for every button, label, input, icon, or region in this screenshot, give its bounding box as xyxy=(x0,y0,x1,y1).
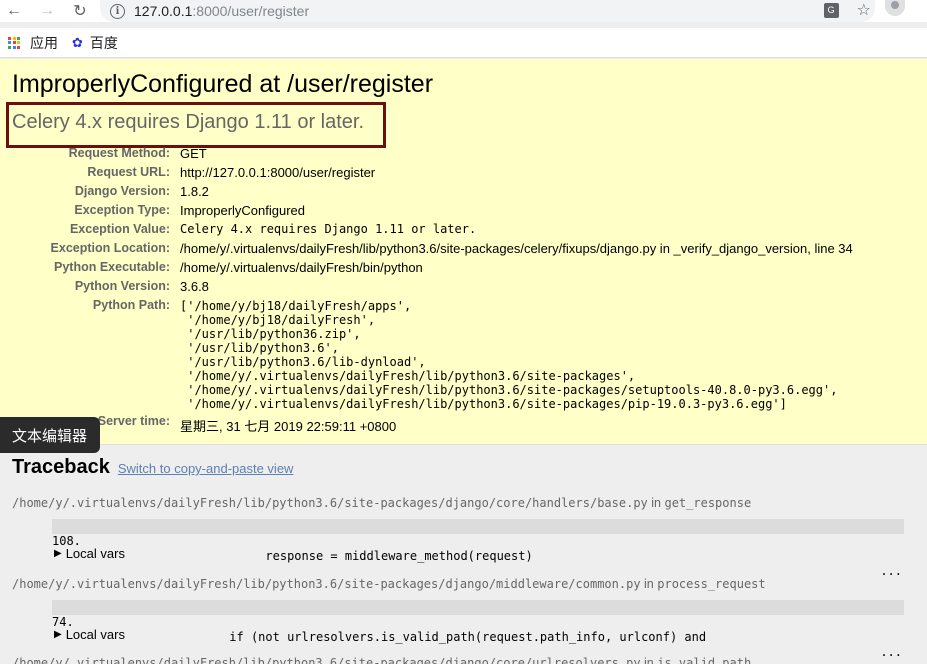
profile-avatar-icon[interactable] xyxy=(885,0,905,16)
local-vars-toggle[interactable]: ▶ Local vars xyxy=(54,546,125,561)
meta-key: Exception Location: xyxy=(50,241,170,255)
frame-code-line[interactable]: 74. if (not urlresolvers.is_valid_path(r… xyxy=(52,600,904,659)
python-path-entry: '/usr/lib/python3.6', xyxy=(180,341,339,355)
python-path-entry: ['/home/y/bj18/dailyFresh/apps', xyxy=(180,299,412,313)
bookmark-apps[interactable]: 应用 xyxy=(8,33,58,53)
python-path-entry: '/usr/lib/python36.zip', xyxy=(180,327,361,341)
expand-context-dots[interactable]: ... xyxy=(880,564,902,579)
bookmark-star-icon[interactable]: ☆ xyxy=(857,0,871,20)
meta-value: 1.8.2 xyxy=(180,184,209,199)
frame-file-location: /home/y/.virtualenvs/dailyFresh/lib/pyth… xyxy=(12,496,751,510)
frame-file-location: /home/y/.virtualenvs/dailyFresh/lib/pyth… xyxy=(12,656,751,664)
meta-value: GET xyxy=(180,146,207,161)
switch-view-link[interactable]: Switch to copy-and-paste view xyxy=(118,461,294,476)
back-arrow-icon[interactable]: ← xyxy=(4,1,24,21)
url-path: :8000/user/register xyxy=(192,2,310,19)
frame-in-word: in xyxy=(644,577,654,591)
frame-in-word: in xyxy=(651,496,661,510)
local-vars-toggle[interactable]: ▶ Local vars xyxy=(54,627,125,642)
meta-value: 星期三, 31 七月 2019 22:59:11 +0800 xyxy=(180,419,397,434)
forward-arrow-icon[interactable]: → xyxy=(37,1,57,21)
error-summary: ImproperlyConfigured at /user/register C… xyxy=(0,59,927,445)
meta-key: Exception Type: xyxy=(74,203,170,217)
meta-key: Exception Value: xyxy=(69,222,170,236)
meta-key: Python Executable: xyxy=(54,260,170,274)
url-text[interactable]: 127.0.0.1:8000/user/register xyxy=(134,3,309,19)
code-text: if (not urlresolvers.is_valid_path(reque… xyxy=(92,630,707,644)
frame-code-line[interactable]: 108. response = middleware_method(reques… xyxy=(52,519,904,578)
traceback-heading: Traceback xyxy=(12,456,110,478)
meta-value: http://127.0.0.1:8000/user/register xyxy=(180,165,376,180)
bookmarks-bar: 应用 ✿ 百度 xyxy=(0,28,927,58)
exception-value-heading: Celery 4.x requires Django 1.11 or later… xyxy=(12,111,365,133)
browser-toolbar: ← → ↻ i 127.0.0.1:8000/user/register G ☆ xyxy=(0,0,927,22)
python-path-entry: '/home/y/.virtualenvs/dailyFresh/lib/pyt… xyxy=(180,397,787,411)
python-path-list: ['/home/y/bj18/dailyFresh/apps', '/home/… xyxy=(180,299,837,411)
apps-grid-icon xyxy=(8,36,20,49)
python-path-entry: '/home/y/.virtualenvs/dailyFresh/lib/pyt… xyxy=(180,383,838,397)
baidu-paw-icon: ✿ xyxy=(72,34,83,50)
meta-value: Celery 4.x requires Django 1.11 or later… xyxy=(180,222,477,236)
local-vars-label: Local vars xyxy=(65,546,125,561)
meta-key: Django Version: xyxy=(74,184,170,198)
translate-icon[interactable]: G xyxy=(823,2,839,18)
reload-icon[interactable]: ↻ xyxy=(70,1,90,21)
frame-file-location: /home/y/.virtualenvs/dailyFresh/lib/pyth… xyxy=(12,577,766,591)
triangle-right-icon: ▶ xyxy=(54,629,62,640)
address-bar[interactable]: i 127.0.0.1:8000/user/register G ☆ xyxy=(100,0,875,22)
python-path-entry: '/home/y/.virtualenvs/dailyFresh/lib/pyt… xyxy=(180,369,636,383)
meta-value: ImproperlyConfigured xyxy=(180,203,306,218)
meta-key: Request Method: xyxy=(68,146,170,160)
app-tooltip: 文本编辑器 xyxy=(0,417,100,453)
frame-function: get_response xyxy=(664,496,752,510)
frame-in-word: in xyxy=(644,656,654,664)
meta-value: /home/y/.virtualenvs/dailyFresh/bin/pyth… xyxy=(180,260,423,275)
bookmark-label: 应用 xyxy=(30,34,58,51)
expand-context-dots[interactable]: ... xyxy=(880,645,902,660)
bookmark-label: 百度 xyxy=(89,34,118,51)
local-vars-label: Local vars xyxy=(65,627,125,642)
page-title: ImproperlyConfigured at /user/register xyxy=(12,70,434,98)
code-text: response = middleware_method(request) xyxy=(92,549,533,563)
url-host: 127.0.0.1 xyxy=(134,2,193,19)
frame-function: process_request xyxy=(657,577,766,591)
bookmark-baidu[interactable]: ✿ 百度 xyxy=(66,33,118,53)
triangle-right-icon: ▶ xyxy=(54,548,62,559)
meta-value: /home/y/.virtualenvs/dailyFresh/lib/pyth… xyxy=(180,241,853,256)
meta-key: Python Path: xyxy=(92,298,170,312)
frame-function: is_valid_path xyxy=(657,656,752,664)
frame-file-path: /home/y/.virtualenvs/dailyFresh/lib/pyth… xyxy=(12,577,641,591)
meta-key: Request URL: xyxy=(87,165,170,179)
meta-value: 3.6.8 xyxy=(180,279,209,294)
frame-file-path: /home/y/.virtualenvs/dailyFresh/lib/pyth… xyxy=(12,656,641,664)
site-info-icon[interactable]: i xyxy=(110,3,125,19)
python-path-entry: '/usr/lib/python3.6/lib-dynload', xyxy=(180,355,426,369)
frame-file-path: /home/y/.virtualenvs/dailyFresh/lib/pyth… xyxy=(12,496,648,510)
python-path-entry: '/home/y/bj18/dailyFresh', xyxy=(180,313,376,327)
meta-key: Python Version: xyxy=(74,279,170,293)
